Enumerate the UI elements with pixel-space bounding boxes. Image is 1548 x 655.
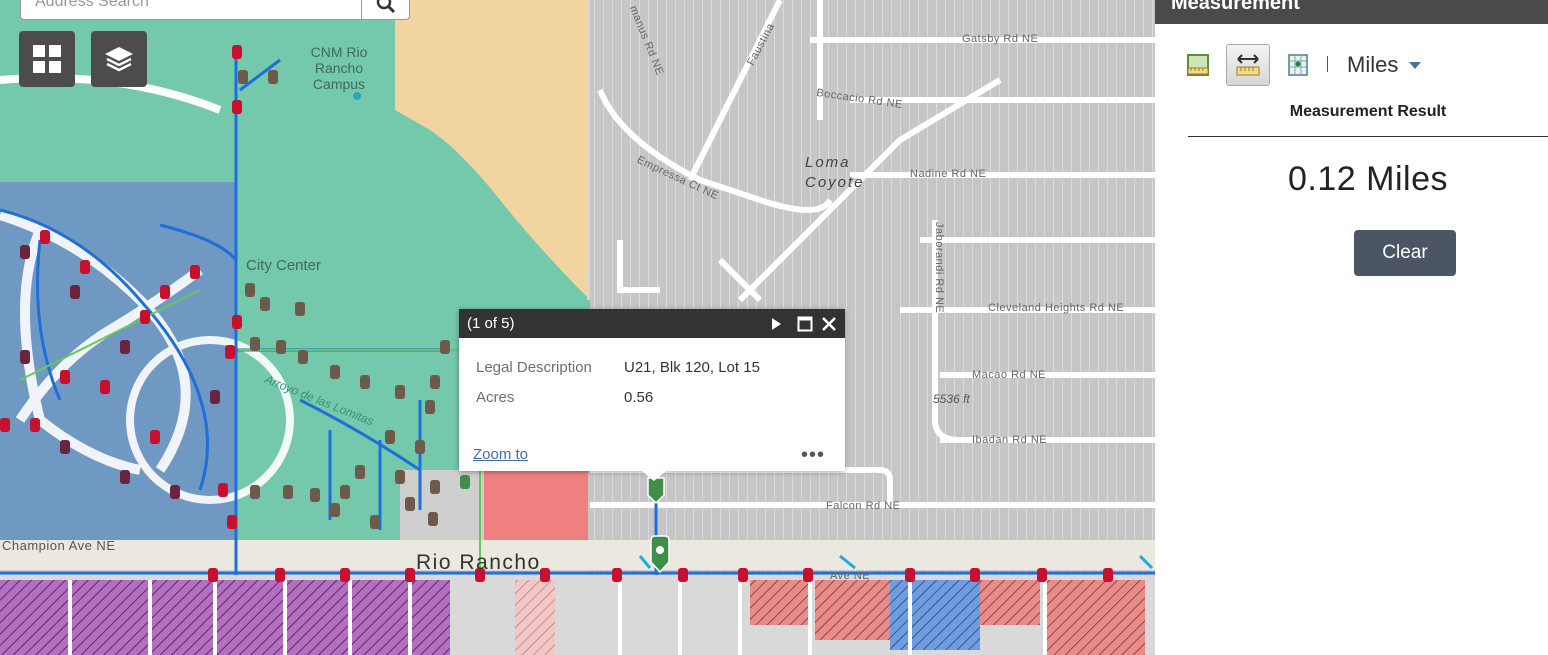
- layer-list-button[interactable]: [91, 31, 147, 87]
- map-view[interactable]: Address Search CNM Rio Rancho Campus Cit…: [0, 0, 1155, 655]
- popup-field-label: Acres: [476, 388, 515, 406]
- popup-header: (1 of 5): [459, 309, 845, 338]
- unit-dropdown-label: Miles: [1347, 52, 1399, 77]
- measurement-result-label: Measurement Result: [1289, 103, 1447, 120]
- area-tool-button[interactable]: [1176, 44, 1220, 86]
- measurement-result-value: 0.12 Miles: [1288, 160, 1448, 198]
- popup-field-row: Legal Description U21, Blk 120, Lot 15: [476, 352, 828, 382]
- map-label-city-center: City Center: [246, 257, 322, 274]
- maximize-icon: [797, 316, 813, 331]
- popup-footer: Zoom to •••: [473, 445, 825, 465]
- map-label-campus: CNM Rio Rancho Campus: [310, 44, 368, 92]
- popup-pointer: [642, 471, 666, 481]
- street-label-gatsby: Gatsby Rd NE: [962, 33, 1039, 45]
- unit-dropdown[interactable]: Miles: [1347, 52, 1422, 78]
- close-icon: [822, 316, 836, 331]
- zoom-to-link[interactable]: Zoom to: [473, 446, 528, 463]
- unit-separator: [1327, 56, 1328, 72]
- distance-tool-button[interactable]: [1226, 44, 1270, 86]
- result-divider: [1188, 136, 1548, 137]
- street-label-ibadan: Ibadan Rd NE: [972, 434, 1048, 446]
- feature-popup: (1 of 5) Legal Description U21, Blk 120,…: [459, 309, 845, 481]
- popup-field-row: Acres 0.56: [476, 382, 828, 412]
- street-label-ave: Ave NE: [830, 570, 871, 582]
- panel-title: Measurement: [1155, 0, 1548, 24]
- more-actions-button[interactable]: •••: [801, 445, 825, 465]
- play-icon: [772, 317, 781, 330]
- street-label-macao: Macao Rd NE: [972, 369, 1046, 381]
- popup-field-label: Legal Description: [476, 358, 592, 376]
- location-measure-icon: [1288, 54, 1308, 76]
- location-tool-button[interactable]: [1276, 44, 1320, 86]
- map-label-rio-rancho: Rio Rancho: [416, 551, 541, 574]
- search-placeholder: Address Search: [35, 0, 149, 10]
- popup-next-button[interactable]: [769, 317, 783, 331]
- street-label-falcon: Falcon Rd NE: [826, 500, 901, 512]
- measurement-panel: Measurement Miles Measurement Result 0.1…: [1155, 0, 1548, 655]
- basemap-gallery-button[interactable]: [19, 31, 75, 87]
- street-label-champion: Champion Ave NE: [2, 538, 116, 553]
- grid-icon: [33, 45, 61, 73]
- popup-feature-count: (1 of 5): [467, 315, 515, 332]
- area-measure-icon: [1187, 54, 1209, 76]
- search-icon: [376, 0, 395, 14]
- popup-close-button[interactable]: [821, 316, 837, 332]
- street-label-jaborandi: Jaborandi Rd NE: [933, 222, 945, 314]
- distance-measure-icon: [1236, 54, 1260, 76]
- address-search-input[interactable]: Address Search: [20, 0, 362, 20]
- popup-body: Legal Description U21, Blk 120, Lot 15 A…: [459, 338, 845, 412]
- search-button[interactable]: [362, 0, 410, 20]
- clear-button[interactable]: Clear: [1354, 230, 1456, 276]
- chevron-down-icon: [1409, 62, 1422, 69]
- street-label-nadine: Nadine Rd NE: [910, 168, 987, 180]
- street-label-cleveland: Cleveland Heights Rd NE: [988, 302, 1125, 314]
- popup-maximize-button[interactable]: [797, 316, 813, 332]
- popup-field-value: U21, Blk 120, Lot 15: [624, 358, 760, 376]
- layers-icon: [105, 47, 133, 72]
- map-label-loma-coyote: Loma Coyote: [805, 154, 865, 191]
- popup-field-value: 0.56: [624, 388, 654, 406]
- map-label-elevation: 5536 ft: [933, 392, 970, 406]
